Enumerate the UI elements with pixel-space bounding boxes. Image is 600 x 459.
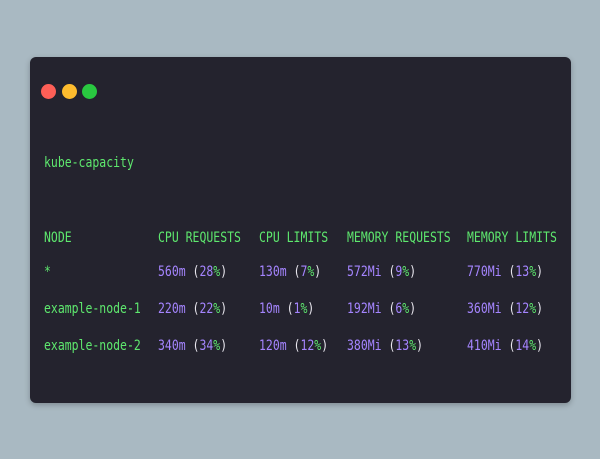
percent-sign: % [213, 338, 221, 354]
open-paren: ( [381, 264, 396, 280]
cpu-limits-cell: 10m (1%) [259, 299, 314, 319]
node-name-cell: example-node-1 [44, 301, 141, 317]
open-paren: ( [501, 338, 516, 354]
percent-sign: % [314, 338, 322, 354]
cpu-requests-cell: 340m (34%) [158, 336, 227, 356]
close-paren: ) [409, 301, 417, 317]
close-paren: ) [220, 301, 228, 317]
percent-value: 12 [300, 338, 315, 354]
column-header-memory-limits: MEMORY LIMITS [467, 230, 557, 246]
percent-value: 14 [515, 338, 530, 354]
percent-value: 1 [293, 301, 301, 317]
percent-sign: % [402, 301, 410, 317]
close-paren: ) [220, 338, 228, 354]
open-paren: ( [185, 338, 200, 354]
cpu-requests-cell: 220m (22%) [158, 299, 227, 319]
close-window-button[interactable] [41, 84, 56, 99]
memory-requests-cell: 572Mi (9%) [347, 262, 416, 282]
open-paren: ( [381, 301, 396, 317]
command-line: kube-capacity [44, 155, 134, 171]
open-paren: ( [501, 301, 516, 317]
percent-value: 34 [199, 338, 214, 354]
open-paren: ( [185, 264, 200, 280]
column-header-cpu-limits: CPU LIMITS [259, 230, 329, 246]
close-paren: ) [416, 338, 424, 354]
percent-value: 7 [300, 264, 308, 280]
percent-value: 12 [515, 301, 530, 317]
close-paren: ) [321, 338, 329, 354]
close-paren: ) [536, 338, 544, 354]
minimize-window-button[interactable] [62, 84, 77, 99]
percent-sign: % [213, 264, 221, 280]
resource-value: 572Mi [347, 264, 382, 280]
close-paren: ) [409, 264, 417, 280]
memory-limits-cell: 360Mi (12%) [467, 299, 543, 319]
percent-value: 28 [199, 264, 214, 280]
percent-sign: % [402, 264, 410, 280]
percent-value: 22 [199, 301, 214, 317]
open-paren: ( [185, 301, 200, 317]
cpu-requests-cell: 560m (28%) [158, 262, 227, 282]
percent-value: 13 [395, 338, 410, 354]
resource-value: 10m [259, 301, 280, 317]
percent-sign: % [300, 301, 308, 317]
resource-value: 770Mi [467, 264, 502, 280]
resource-value: 410Mi [467, 338, 502, 354]
resource-value: 360Mi [467, 301, 502, 317]
cpu-limits-cell: 130m (7%) [259, 262, 321, 282]
cpu-limits-cell: 120m (12%) [259, 336, 328, 356]
open-paren: ( [501, 264, 516, 280]
node-name-cell: * [44, 264, 51, 280]
open-paren: ( [279, 301, 294, 317]
maximize-window-button[interactable] [82, 84, 97, 99]
resource-value: 220m [158, 301, 186, 317]
memory-limits-cell: 770Mi (13%) [467, 262, 543, 282]
percent-sign: % [213, 301, 221, 317]
resource-value: 192Mi [347, 301, 382, 317]
resource-value: 340m [158, 338, 186, 354]
close-paren: ) [307, 301, 315, 317]
percent-value: 13 [515, 264, 530, 280]
memory-requests-cell: 380Mi (13%) [347, 336, 423, 356]
column-header-cpu-requests: CPU REQUESTS [158, 230, 241, 246]
column-header-memory-requests: MEMORY REQUESTS [347, 230, 451, 246]
memory-limits-cell: 410Mi (14%) [467, 336, 543, 356]
close-paren: ) [314, 264, 322, 280]
resource-value: 120m [259, 338, 287, 354]
close-paren: ) [220, 264, 228, 280]
memory-requests-cell: 192Mi (6%) [347, 299, 416, 319]
open-paren: ( [381, 338, 396, 354]
resource-value: 130m [259, 264, 287, 280]
open-paren: ( [286, 338, 301, 354]
node-name-cell: example-node-2 [44, 338, 141, 354]
close-paren: ) [536, 264, 544, 280]
resource-value: 560m [158, 264, 186, 280]
close-paren: ) [536, 301, 544, 317]
column-header-node: NODE [44, 230, 72, 246]
open-paren: ( [286, 264, 301, 280]
resource-value: 380Mi [347, 338, 382, 354]
